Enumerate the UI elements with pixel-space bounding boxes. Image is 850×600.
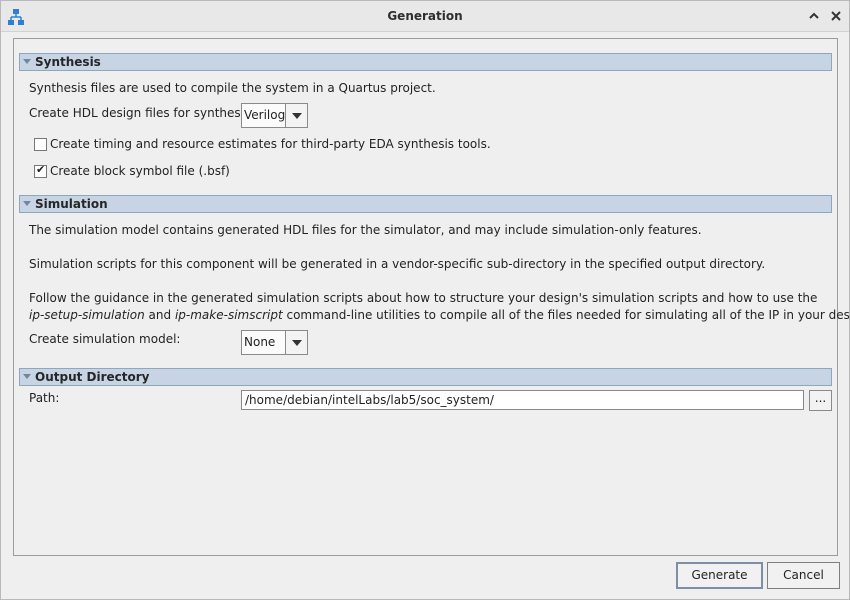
synthesis-description: Synthesis files are used to compile the … — [29, 81, 436, 95]
generation-panel: Synthesis Synthesis files are used to co… — [13, 38, 850, 556]
simulation-model-value: None — [244, 335, 276, 349]
and-text: and — [144, 308, 175, 322]
simulation-para-2: Simulation scripts for this component wi… — [29, 257, 766, 271]
ip-make-simscript-term: ip-make-simscript — [174, 308, 283, 322]
simulation-para-1: The simulation model contains generated … — [29, 223, 702, 237]
hdl-language-value: Verilog — [244, 108, 286, 122]
simulation-model-label: Create simulation model: — [29, 332, 181, 346]
synthesis-header-label: Synthesis — [35, 55, 101, 69]
output-directory-section-header[interactable]: Output Directory — [19, 368, 832, 386]
ip-setup-simulation-term: ip-setup-simulation — [29, 308, 145, 322]
chevron-up-icon[interactable] — [807, 9, 821, 23]
simulation-para-3-line-2: ip-setup-simulation and ip-make-simscrip… — [29, 308, 850, 322]
simulation-para-3-rest: command-line utilities to compile all of… — [282, 308, 850, 322]
chevron-down-icon[interactable] — [285, 104, 307, 127]
chevron-down-icon[interactable] — [285, 331, 307, 354]
synthesis-section-header[interactable]: Synthesis — [19, 53, 832, 71]
hdl-language-select[interactable]: Verilog — [241, 103, 308, 128]
generate-button[interactable]: Generate — [676, 562, 763, 589]
close-icon[interactable] — [829, 9, 843, 23]
simulation-header-label: Simulation — [35, 197, 108, 211]
hdl-files-label: Create HDL design files for synthesis: — [29, 106, 255, 120]
block-symbol-checkbox[interactable] — [34, 163, 47, 178]
generation-dialog: Generation Synthesis Synthesis files are… — [0, 0, 850, 600]
collapse-triangle-icon — [23, 374, 31, 379]
block-symbol-label: Create block symbol file (.bsf) — [50, 164, 230, 178]
simulation-model-select[interactable]: None — [241, 330, 308, 355]
collapse-triangle-icon — [23, 201, 31, 206]
simulation-para-3-line-1: Follow the guidance in the generated sim… — [29, 291, 818, 305]
title-bar: Generation — [1, 1, 849, 32]
window-title: Generation — [387, 9, 463, 23]
output-directory-header-label: Output Directory — [35, 370, 150, 384]
cancel-button[interactable]: Cancel — [767, 562, 840, 589]
timing-estimates-label: Create timing and resource estimates for… — [50, 137, 491, 151]
timing-estimates-checkbox[interactable] — [34, 138, 47, 151]
simulation-section-header[interactable]: Simulation — [19, 195, 832, 213]
browse-button[interactable]: ... — [809, 390, 832, 411]
path-label: Path: — [29, 391, 60, 405]
output-path-field[interactable]: /home/debian/intelLabs/lab5/soc_system/ — [241, 390, 804, 410]
collapse-triangle-icon — [23, 59, 31, 64]
